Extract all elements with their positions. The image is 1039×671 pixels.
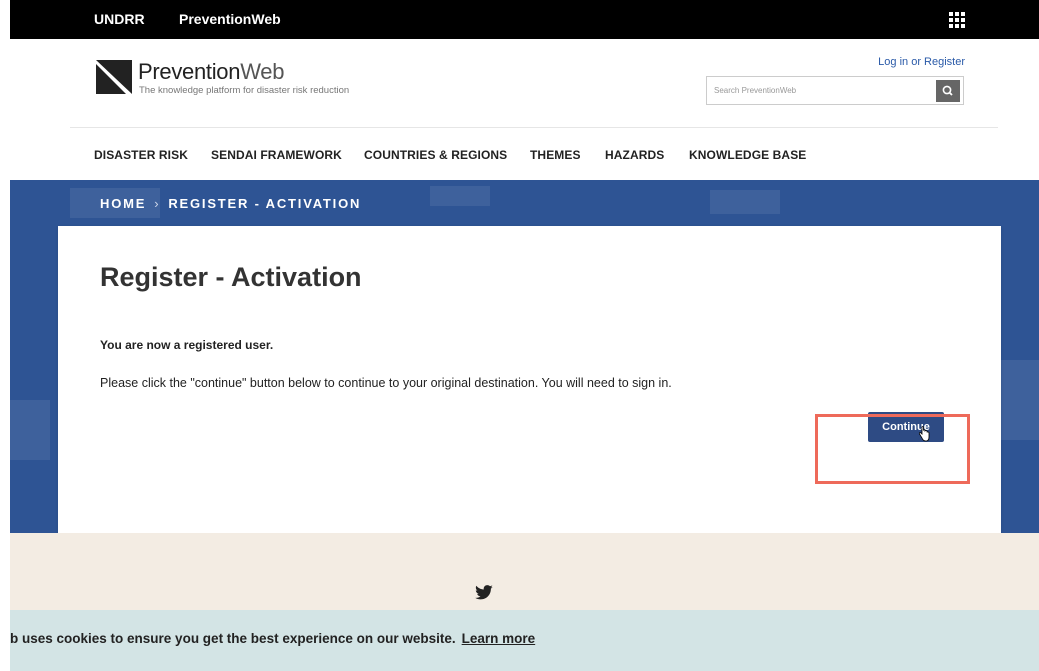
nav-themes[interactable]: THEMES [530, 148, 581, 162]
site-header: PreventionWeb The knowledge platform for… [10, 39, 1039, 128]
breadcrumb-current: REGISTER - ACTIVATION [168, 196, 362, 211]
cookie-text: b uses cookies to ensure you get the bes… [10, 631, 456, 646]
main-nav: DISASTER RISK SENDAI FRAMEWORK COUNTRIES… [10, 128, 1039, 180]
hero-texture [710, 190, 780, 214]
grid-icon[interactable] [947, 10, 967, 30]
breadcrumb: HOME › REGISTER - ACTIVATION [100, 196, 361, 211]
search-box [706, 76, 964, 105]
cookie-message: b uses cookies to ensure you get the bes… [10, 631, 535, 646]
top-bar: UNDRR PreventionWeb [10, 0, 1039, 39]
breadcrumb-home[interactable]: HOME [100, 196, 146, 211]
search-button[interactable] [936, 80, 960, 102]
twitter-icon[interactable] [474, 585, 494, 601]
login-register-link[interactable]: Log in or Register [878, 56, 965, 68]
nav-sendai-framework[interactable]: SENDAI FRAMEWORK [211, 148, 342, 162]
footer-strip [10, 533, 1039, 610]
content-card: Register - Activation You are now a regi… [58, 226, 1001, 550]
cookie-banner: b uses cookies to ensure you get the bes… [10, 610, 1039, 671]
logo-tagline: The knowledge platform for disaster risk… [139, 85, 350, 96]
highlight-annotation [815, 414, 970, 484]
hero-texture [430, 186, 490, 206]
registered-message: You are now a registered user. [100, 338, 274, 352]
page-title: Register - Activation [100, 262, 362, 292]
logo-wordmark[interactable]: PreventionWeb [138, 59, 284, 85]
nav-knowledge-base[interactable]: KNOWLEDGE BASE [689, 148, 806, 162]
preventionweb-brand-link[interactable]: PreventionWeb [179, 11, 281, 27]
breadcrumb-separator-icon: › [154, 196, 161, 211]
undrr-brand-link[interactable]: UNDRR [94, 11, 145, 27]
nav-countries-regions[interactable]: COUNTRIES & REGIONS [364, 148, 507, 162]
nav-disaster-risk[interactable]: DISASTER RISK [94, 148, 188, 162]
logo-wordmark-suffix: Web [240, 59, 285, 84]
nav-hazards[interactable]: HAZARDS [605, 148, 664, 162]
preventionweb-logo-icon[interactable] [96, 60, 132, 94]
instruction-message: Please click the "continue" button below… [100, 376, 672, 390]
search-icon [942, 85, 953, 96]
learn-more-link[interactable]: Learn more [462, 631, 536, 646]
search-input[interactable] [707, 77, 917, 104]
hero-texture [1000, 360, 1039, 440]
hero-texture [10, 400, 50, 460]
logo-wordmark-prefix: Prevention [138, 59, 241, 84]
